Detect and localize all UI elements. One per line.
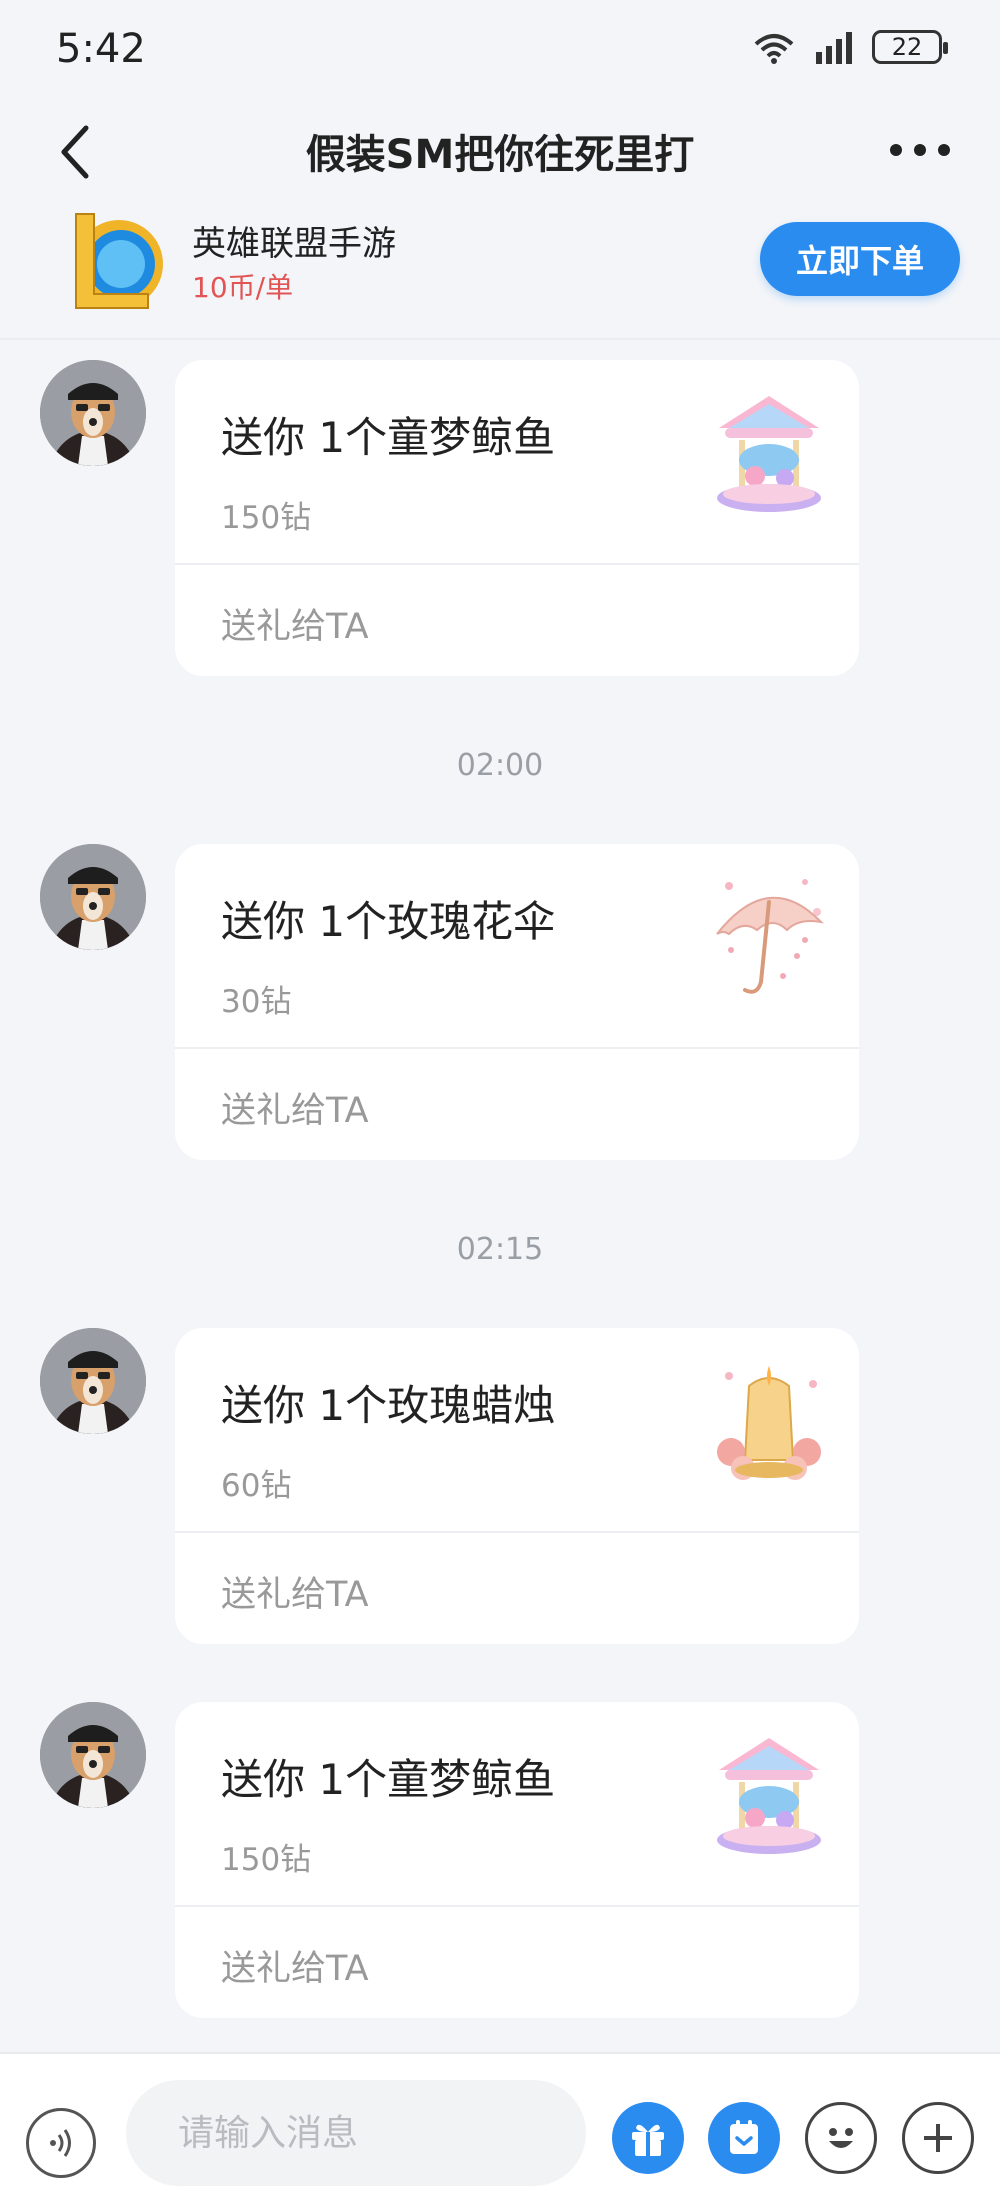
calendar-button[interactable] (708, 2102, 780, 2174)
gift-icon (632, 2124, 664, 2156)
dog-avatar-icon (40, 1328, 146, 1434)
avatar[interactable] (40, 844, 146, 950)
dog-avatar-icon (40, 360, 146, 466)
gift-title: 送你 1个玫瑰花伞 (221, 897, 556, 946)
order-now-button[interactable]: 立即下单 (760, 222, 960, 296)
gift-card[interactable]: 送你 1个玫瑰蜡烛 60钻 送礼给TA (175, 1328, 859, 1644)
timestamp: 02:00 (456, 748, 544, 783)
dog-avatar-icon (40, 1702, 146, 1808)
gift-price: 30钻 (221, 984, 292, 1020)
game-logo-icon (75, 213, 163, 309)
input-bar (0, 2052, 1000, 2211)
divider (175, 1531, 859, 1533)
plus-icon (924, 2124, 952, 2152)
avatar[interactable] (40, 1328, 146, 1434)
chat-page: 5:42 22 假装SM把你往死里打 英雄联盟手游 10币/单 立即下单 送你 … (0, 0, 1000, 2211)
dog-avatar-icon (40, 844, 146, 950)
emoji-icon (829, 2128, 853, 2148)
gift-card[interactable]: 送你 1个童梦鲸鱼 150钻 送礼给TA (175, 360, 859, 676)
gift-title: 送你 1个童梦鲸鱼 (221, 1755, 556, 1804)
carousel-gift-icon (717, 1738, 821, 1854)
battery-level: 22 (891, 33, 923, 61)
gift-card[interactable]: 送你 1个童梦鲸鱼 150钻 送礼给TA (175, 1702, 859, 2018)
wifi-icon (754, 34, 794, 64)
signal-icon (816, 32, 852, 64)
send-gift-link[interactable]: 送礼给TA (221, 1082, 369, 1133)
avatar[interactable] (40, 1702, 146, 1808)
nav-bar: 假装SM把你往死里打 (0, 92, 1000, 202)
rose-candle-gift-icon (717, 1366, 821, 1480)
page-title: 假装SM把你往死里打 (305, 132, 695, 178)
gift-card[interactable]: 送你 1个玫瑰花伞 30钻 送礼给TA (175, 844, 859, 1160)
avatar[interactable] (40, 360, 146, 466)
divider (175, 1905, 859, 1907)
timestamp: 02:15 (456, 1232, 544, 1267)
battery-icon: 22 (872, 30, 948, 64)
send-gift-link[interactable]: 送礼给TA (221, 1566, 369, 1617)
divider (175, 563, 859, 565)
gift-price: 150钻 (221, 1842, 312, 1878)
message-input[interactable] (126, 2080, 586, 2186)
service-price: 10币/单 (192, 271, 294, 304)
plus-button[interactable] (902, 2102, 974, 2174)
service-name: 英雄联盟手游 (192, 224, 396, 264)
divider (175, 1047, 859, 1049)
gift-price: 60钻 (221, 1468, 292, 1504)
send-gift-link[interactable]: 送礼给TA (221, 1940, 369, 1991)
send-gift-link[interactable]: 送礼给TA (221, 598, 369, 649)
gift-title: 送你 1个童梦鲸鱼 (221, 413, 556, 462)
gift-title: 送你 1个玫瑰蜡烛 (221, 1381, 556, 1430)
more-dots-icon[interactable] (890, 140, 950, 160)
rose-umbrella-gift-icon (716, 879, 824, 994)
status-bar: 5:42 22 (0, 0, 1000, 100)
calendar-icon (730, 2120, 758, 2154)
service-banner: 英雄联盟手游 10币/单 立即下单 (0, 202, 1000, 340)
gift-price: 150钻 (221, 500, 312, 536)
gift-button[interactable] (612, 2102, 684, 2174)
status-icons: 22 (750, 30, 948, 64)
carousel-gift-icon (717, 396, 821, 512)
voice-button[interactable] (26, 2108, 96, 2178)
status-time: 5:42 (56, 26, 146, 72)
emoji-button[interactable] (805, 2102, 877, 2174)
voice-icon (50, 2129, 71, 2157)
